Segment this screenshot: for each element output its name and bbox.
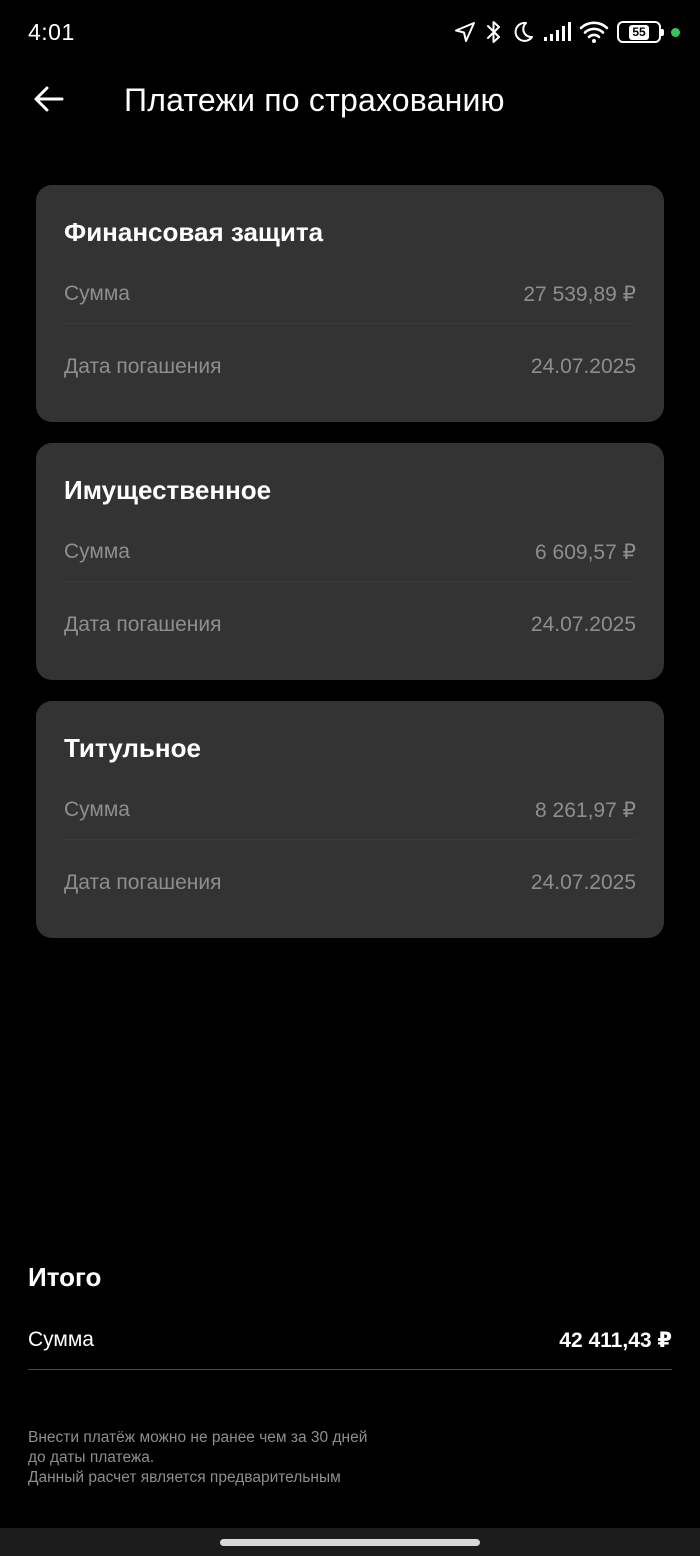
total-label: Сумма — [28, 1328, 94, 1351]
card-divider — [64, 581, 636, 582]
wifi-icon — [579, 20, 609, 44]
date-row: Дата погашения 24.07.2025 — [64, 863, 636, 903]
date-value: 24.07.2025 — [530, 871, 636, 894]
total-title: Итого — [28, 1262, 102, 1292]
note-line: до даты платежа. — [28, 1449, 155, 1466]
status-bar: 4:01 55 — [0, 0, 700, 66]
date-label: Дата погашения — [64, 871, 222, 894]
system-nav-bar — [0, 1528, 700, 1556]
screen: 4:01 55 Платежи по страхованию Финансова… — [0, 0, 700, 1556]
card-title: Имущественное — [64, 475, 272, 505]
amount-row: Сумма 8 261,97 ₽ — [64, 790, 636, 830]
page-title: Платежи по страхованию — [124, 82, 505, 118]
amount-value: 6 609,57 ₽ — [535, 540, 636, 564]
bluetooth-icon — [485, 19, 503, 45]
date-value: 24.07.2025 — [530, 355, 636, 378]
header: Платежи по страхованию — [0, 66, 700, 136]
amount-label: Сумма — [64, 798, 130, 821]
amount-row: Сумма 27 539,89 ₽ — [64, 274, 636, 314]
insurance-card-property[interactable]: Имущественное Сумма 6 609,57 ₽ Дата пога… — [36, 443, 664, 680]
total-divider — [28, 1369, 672, 1370]
amount-label: Сумма — [64, 282, 130, 305]
status-icons: 55 — [453, 16, 680, 48]
home-indicator[interactable] — [220, 1539, 480, 1546]
amount-value: 8 261,97 ₽ — [535, 798, 636, 822]
date-row: Дата погашения 24.07.2025 — [64, 347, 636, 387]
battery-icon: 55 — [617, 21, 664, 43]
total-value: 42 411,43 ₽ — [559, 1328, 672, 1352]
card-divider — [64, 839, 636, 840]
note-line: Внести платёж можно не ранее чем за 30 д… — [28, 1429, 368, 1446]
arrow-left-icon — [34, 86, 64, 117]
signal-icon — [543, 21, 571, 43]
card-title: Титульное — [64, 733, 201, 763]
insurance-card-title[interactable]: Титульное Сумма 8 261,97 ₽ Дата погашени… — [36, 701, 664, 938]
back-button[interactable] — [26, 78, 72, 124]
location-icon — [453, 20, 477, 44]
date-label: Дата погашения — [64, 355, 222, 378]
moon-icon — [511, 20, 535, 44]
battery-level: 55 — [629, 24, 649, 40]
total-row: Сумма 42 411,43 ₽ — [28, 1323, 672, 1357]
insurance-card-financial[interactable]: Финансовая защита Сумма 27 539,89 ₽ Дата… — [36, 185, 664, 422]
note-line: Данный расчет является предварительным — [28, 1469, 341, 1486]
amount-row: Сумма 6 609,57 ₽ — [64, 532, 636, 572]
amount-value: 27 539,89 ₽ — [523, 282, 636, 306]
total-section: Итого Сумма 42 411,43 ₽ — [28, 1262, 672, 1370]
date-value: 24.07.2025 — [530, 613, 636, 636]
card-title: Финансовая защита — [64, 217, 324, 247]
insurance-cards: Финансовая защита Сумма 27 539,89 ₽ Дата… — [36, 185, 664, 959]
date-label: Дата погашения — [64, 613, 222, 636]
disclaimer-note: Внести платёж можно не ранее чем за 30 д… — [28, 1428, 448, 1488]
privacy-indicator-dot — [671, 27, 680, 37]
date-row: Дата погашения 24.07.2025 — [64, 605, 636, 645]
card-divider — [64, 323, 636, 324]
amount-label: Сумма — [64, 540, 130, 563]
status-time: 4:01 — [28, 19, 75, 45]
